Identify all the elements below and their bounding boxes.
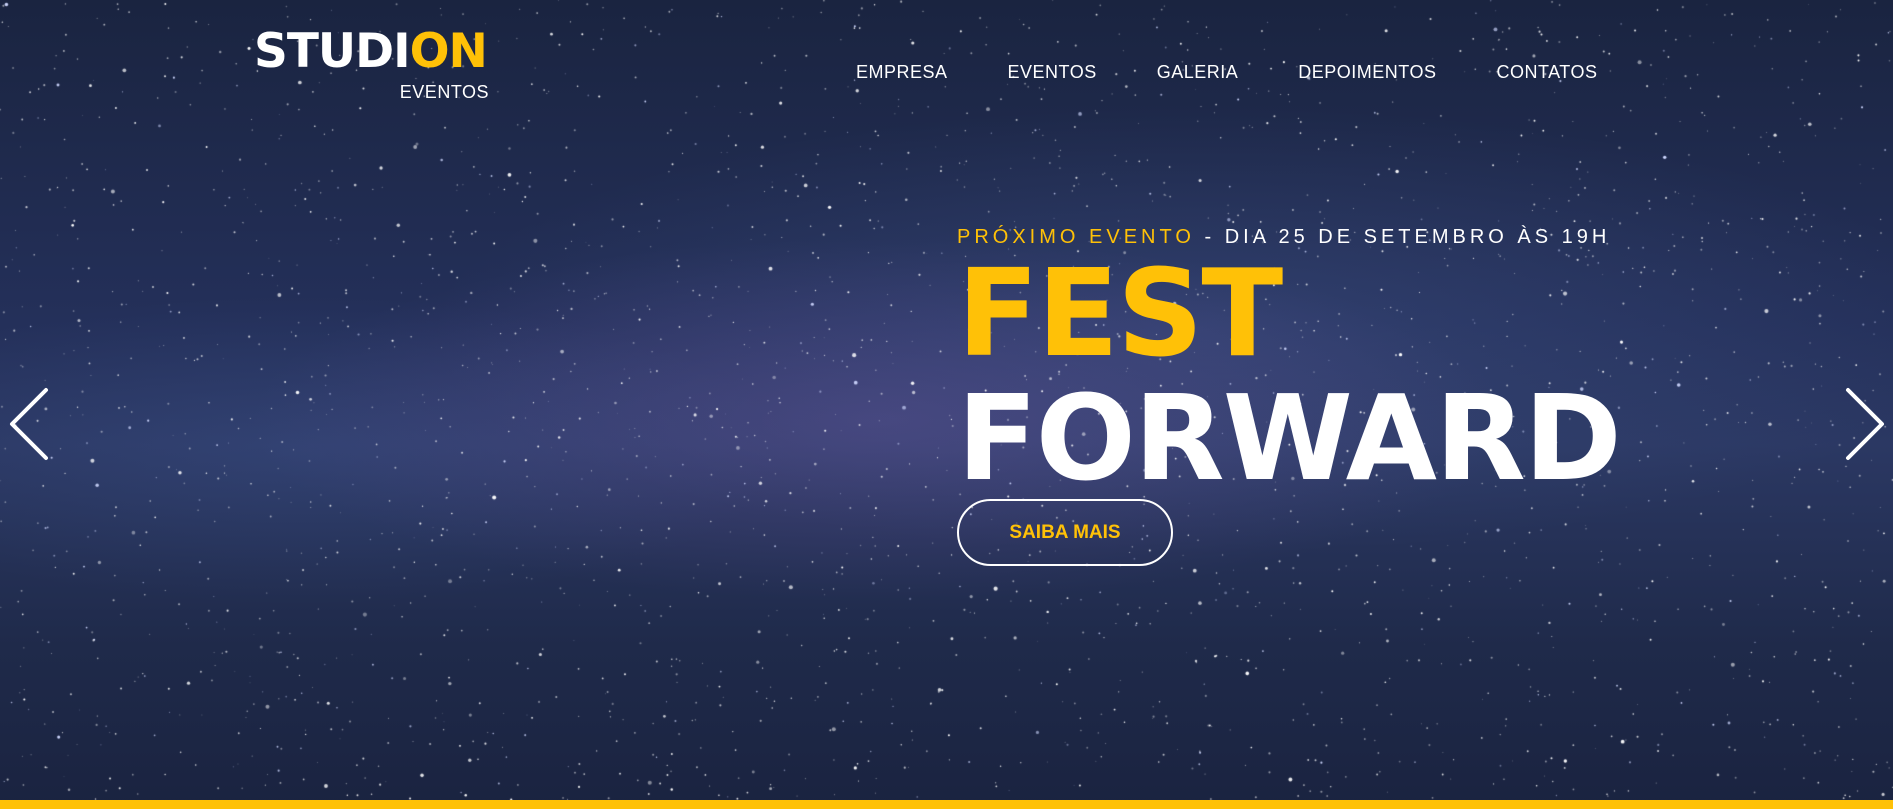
slider-next-button[interactable] <box>1844 386 1888 462</box>
chevron-left-icon <box>10 388 48 460</box>
saiba-mais-button[interactable]: SAIBA MAIS <box>957 499 1173 566</box>
logo-accent-text: ON <box>409 24 488 79</box>
event-title-line2: FORWARD <box>957 369 1622 507</box>
chevron-right-icon <box>1846 388 1884 460</box>
nav-item-depoimentos[interactable]: DEPOIMENTOS <box>1298 62 1436 83</box>
slider-prev-button[interactable] <box>6 386 50 462</box>
logo-main-text: STUDI <box>254 24 411 79</box>
logo[interactable]: STUDION EVENTOS <box>254 26 489 103</box>
main-nav: EMPRESA EVENTOS GALERIA DEPOIMENTOS CONT… <box>856 62 1597 83</box>
logo-subtitle: EVENTOS <box>399 82 489 102</box>
nav-item-galeria[interactable]: GALERIA <box>1157 62 1239 83</box>
bottom-accent-bar <box>0 800 1893 809</box>
nav-item-eventos[interactable]: EVENTOS <box>1008 62 1097 83</box>
event-title-line1: FEST <box>957 245 1283 384</box>
nav-item-empresa[interactable]: EMPRESA <box>856 62 948 83</box>
logo-wordmark: STUDION <box>254 26 489 78</box>
nav-item-contatos[interactable]: CONTATOS <box>1496 62 1597 83</box>
hero-slider: STUDION EVENTOS EMPRESA EVENTOS GALERIA … <box>0 0 1893 809</box>
next-event-date: DIA 25 DE SETEMBRO ÀS 19H <box>1224 226 1611 248</box>
